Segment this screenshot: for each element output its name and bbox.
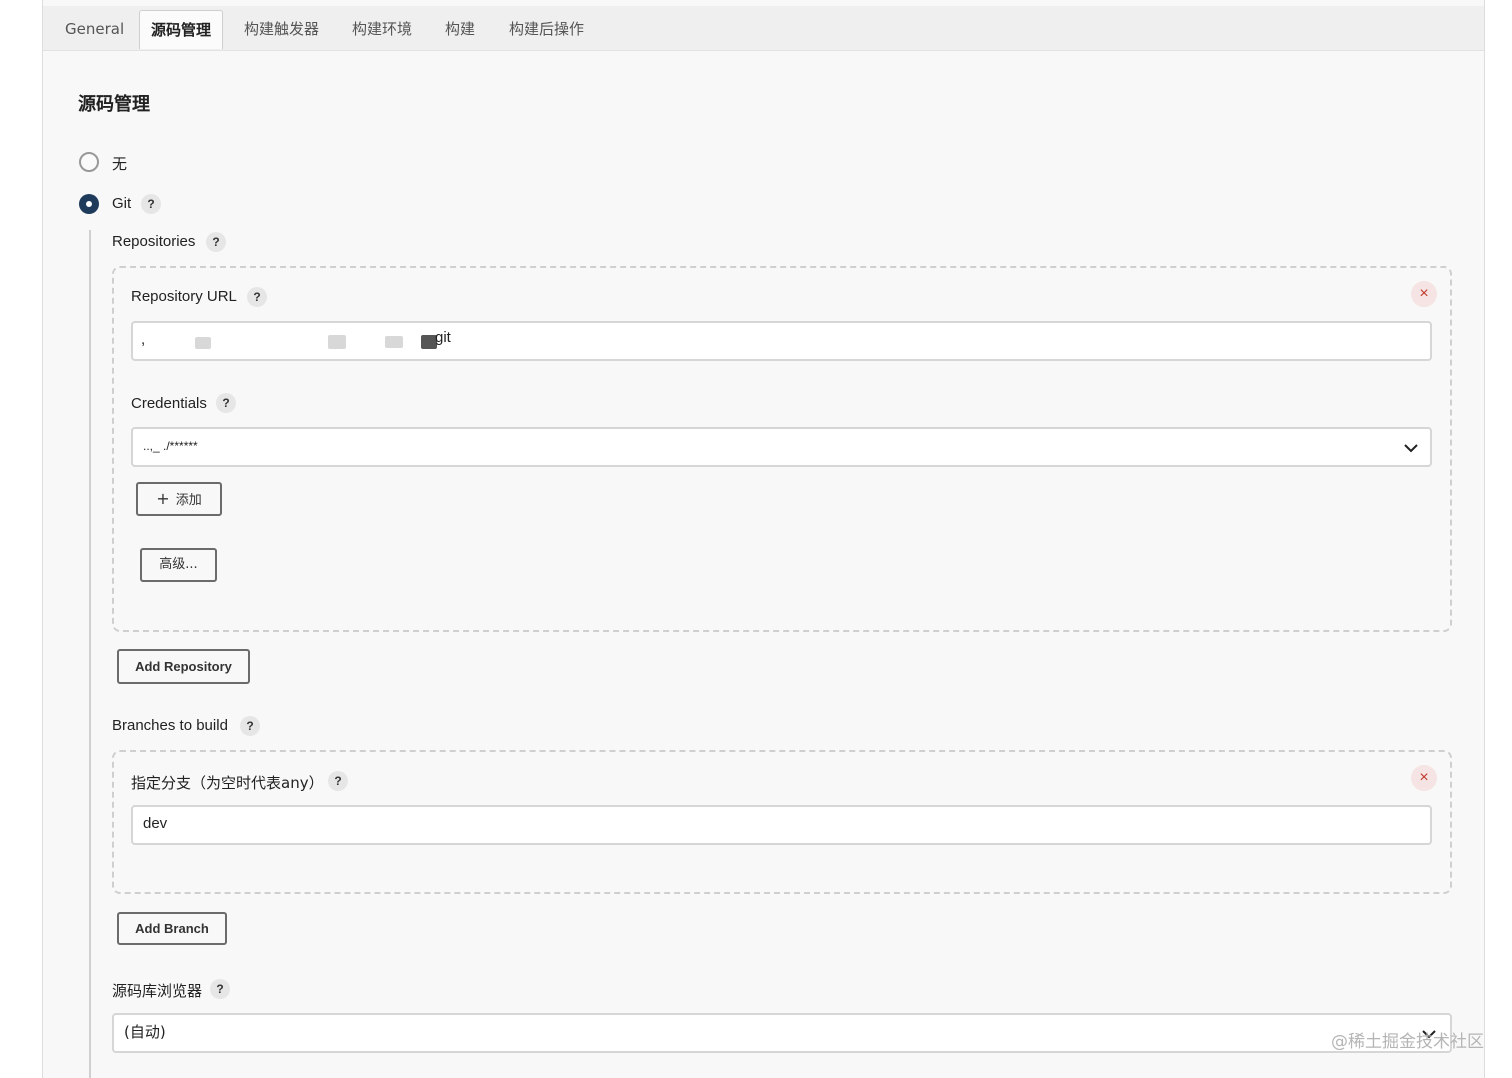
page-title: 源码管理: [78, 94, 150, 115]
tab-build[interactable]: 构建: [445, 10, 475, 46]
add-credentials-label: 添加: [175, 493, 202, 508]
credentials-selected-value: ..,_ ./******: [143, 439, 198, 453]
repository-browser-help-icon[interactable]: ?: [210, 979, 230, 999]
redacted-url-block: [385, 336, 403, 348]
tab-general[interactable]: General: [65, 10, 124, 46]
redacted-url-block: [328, 335, 346, 349]
branch-block: 指定分支（为空时代表any） ? × dev: [112, 750, 1452, 894]
repository-browser-select[interactable]: (自动): [112, 1013, 1452, 1053]
scm-git-radio[interactable]: [79, 194, 99, 214]
scm-git-label: Git: [112, 195, 132, 212]
branch-specifier-help-icon[interactable]: ?: [328, 771, 348, 791]
config-tabs: General 源码管理 构建触发器 构建环境 构建 构建后操作: [43, 6, 1484, 51]
repositories-label: Repositories: [112, 233, 196, 250]
branch-specifier-input[interactable]: dev: [131, 805, 1432, 845]
repository-url-input[interactable]: , git: [131, 321, 1432, 361]
branches-to-build-label: Branches to build: [112, 717, 228, 734]
add-repository-button[interactable]: Add Repository: [117, 649, 250, 684]
repository-browser-label: 源码库浏览器: [112, 982, 203, 1000]
credentials-help-icon[interactable]: ?: [216, 393, 236, 413]
add-branch-button[interactable]: Add Branch: [117, 912, 227, 945]
scm-none-radio[interactable]: [79, 152, 99, 172]
repository-browser-selected-value: (自动): [124, 1023, 166, 1041]
add-credentials-button[interactable]: + 添加: [136, 482, 222, 516]
repository-url-value: git: [435, 329, 451, 346]
repository-url-help-icon[interactable]: ?: [247, 287, 267, 307]
repository-url-leading-char: ,: [141, 331, 146, 348]
config-panel: General 源码管理 构建触发器 构建环境 构建 构建后操作 源码管理 无 …: [42, 0, 1485, 1078]
tab-build-triggers[interactable]: 构建触发器: [244, 10, 319, 46]
branch-specifier-label: 指定分支（为空时代表any）: [131, 774, 324, 792]
repository-url-label: Repository URL: [131, 288, 237, 305]
chevron-down-icon: [1404, 444, 1418, 453]
tab-post-build-actions[interactable]: 构建后操作: [509, 10, 584, 46]
remove-repository-close-icon[interactable]: ×: [1411, 281, 1437, 307]
credentials-select[interactable]: ..,_ ./******: [131, 427, 1432, 467]
tab-build-environment[interactable]: 构建环境: [352, 10, 412, 46]
plus-icon: +: [156, 489, 170, 508]
watermark: @稀土掘金技术社区: [1331, 1032, 1484, 1052]
repository-block: Repository URL ? × , git Credentials ? .…: [112, 266, 1452, 632]
git-section-divider: [89, 230, 91, 1078]
advanced-button[interactable]: 高级...: [140, 548, 217, 582]
redacted-url-block: [195, 337, 211, 349]
repositories-help-icon[interactable]: ?: [206, 232, 226, 252]
tab-source-code-management[interactable]: 源码管理: [139, 10, 224, 49]
scm-none-label: 无: [112, 155, 128, 173]
git-help-icon[interactable]: ?: [141, 194, 161, 214]
branches-help-icon[interactable]: ?: [240, 716, 260, 736]
credentials-label: Credentials: [131, 395, 207, 412]
remove-branch-close-icon[interactable]: ×: [1411, 765, 1437, 791]
